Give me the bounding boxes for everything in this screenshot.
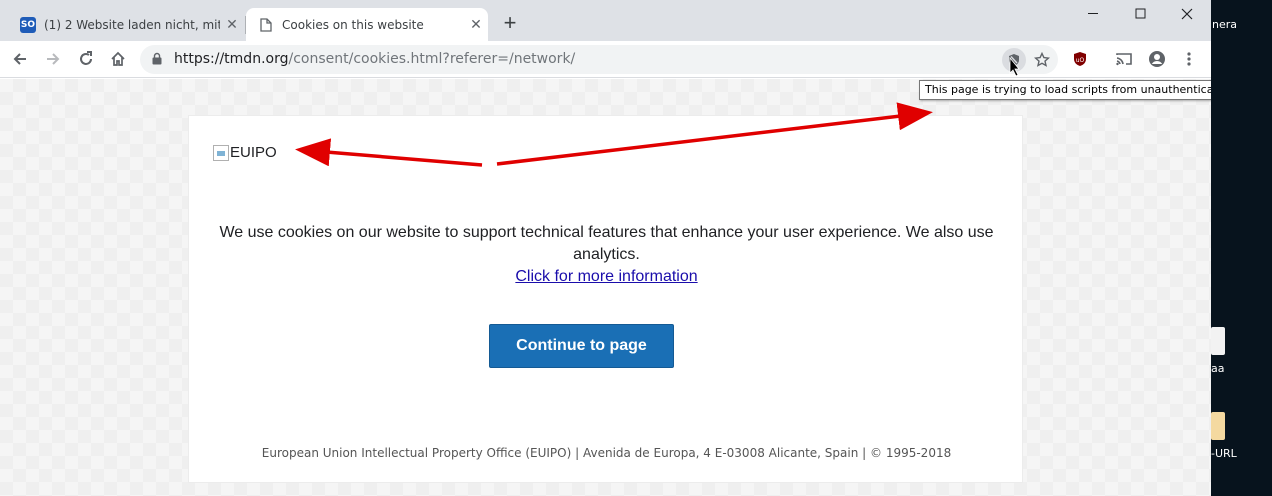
ublock-extension-icon[interactable]: uO — [1068, 47, 1092, 71]
euipo-logo-broken-image: EUIPO — [213, 144, 277, 161]
cast-icon[interactable] — [1112, 47, 1136, 71]
desktop-file-icon[interactable] — [1211, 412, 1225, 440]
maximize-button[interactable] — [1118, 0, 1164, 28]
tab-title: (1) 2 Website laden nicht, mit VPN — [44, 17, 220, 32]
url-text: https://tmdn.org/consent/cookies.html?re… — [174, 51, 575, 67]
tab-title: Cookies on this website — [282, 17, 424, 32]
url-path: /consent/cookies.html?referer=/network/ — [288, 51, 576, 67]
browser-window: SO (1) 2 Website laden nicht, mit VPN ✕ … — [0, 0, 1211, 496]
cookie-message: We use cookies on our website to support… — [219, 222, 994, 288]
lock-icon[interactable] — [152, 52, 162, 70]
stackoverflow-icon: SO — [20, 16, 36, 33]
desktop-background: nera aa -URL — [1211, 0, 1272, 496]
desktop-file-icon[interactable] — [1211, 327, 1225, 355]
insecure-scripts-tooltip: This page is trying to load scripts from… — [919, 80, 1211, 100]
page-content: EUIPO We use cookies on our website to s… — [0, 79, 1211, 496]
address-bar[interactable]: https://tmdn.org/consent/cookies.html?re… — [140, 45, 1058, 74]
browser-toolbar: https://tmdn.org/consent/cookies.html?re… — [0, 41, 1211, 78]
document-icon — [258, 17, 274, 33]
bookmark-star-icon[interactable] — [1030, 48, 1054, 72]
cookie-consent-card: EUIPO We use cookies on our website to s… — [188, 115, 1023, 483]
reload-button[interactable] — [74, 47, 98, 71]
new-tab-button[interactable]: + — [498, 12, 522, 36]
minimize-button[interactable] — [1071, 0, 1117, 28]
cookie-message-text: We use cookies on our website to support… — [219, 224, 994, 263]
continue-to-page-button[interactable]: Continue to page — [489, 324, 674, 368]
close-tab-icon[interactable]: ✕ — [464, 17, 488, 33]
desktop-label: nera — [1212, 18, 1238, 31]
svg-text:uO: uO — [1076, 57, 1085, 64]
profile-avatar-icon[interactable] — [1145, 47, 1169, 71]
desktop-label: -URL — [1211, 447, 1237, 460]
close-window-button[interactable] — [1164, 0, 1210, 28]
page-footer: European Union Intellectual Property Off… — [261, 446, 952, 460]
home-button[interactable] — [106, 47, 130, 71]
forward-button[interactable] — [41, 47, 65, 71]
tab-cookies[interactable]: Cookies on this website ✕ — [246, 8, 488, 41]
desktop-label: aa — [1211, 362, 1225, 375]
broken-image-icon — [213, 144, 229, 161]
insecure-content-shield-icon[interactable] — [1002, 48, 1026, 72]
menu-kebab-icon[interactable] — [1177, 47, 1201, 71]
tab-strip: SO (1) 2 Website laden nicht, mit VPN ✕ … — [0, 0, 1211, 41]
more-information-link[interactable]: Click for more information — [515, 266, 697, 288]
logo-alt-text: EUIPO — [230, 144, 277, 161]
url-host: https://tmdn.org — [174, 51, 289, 67]
close-tab-icon[interactable]: ✕ — [220, 17, 244, 33]
tab-stackoverflow[interactable]: SO (1) 2 Website laden nicht, mit VPN ✕ — [8, 8, 244, 41]
back-button[interactable] — [8, 47, 32, 71]
